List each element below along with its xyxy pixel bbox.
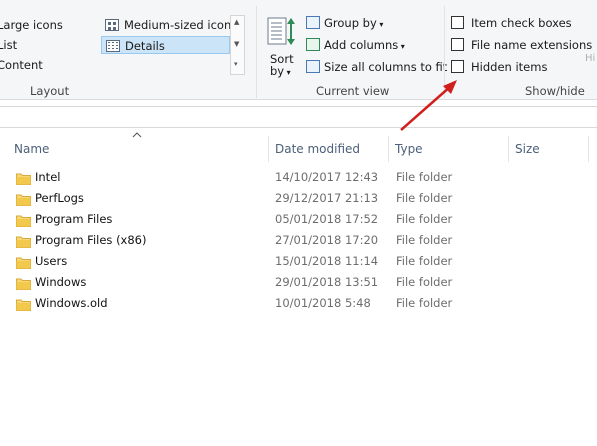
file-type: File folder (396, 254, 453, 268)
file-date-modified: 05/01/2018 17:52 (275, 212, 379, 226)
file-name: Windows (35, 275, 87, 289)
column-type[interactable]: Type (389, 134, 507, 164)
chevron-down-icon: ▾ (398, 42, 405, 51)
file-date-modified: 29/01/2018 13:51 (275, 275, 379, 289)
list-label: List (0, 38, 18, 52)
file-date-modified: 27/01/2018 17:20 (275, 233, 379, 247)
item-check-boxes-label: Item check boxes (471, 16, 572, 30)
layout-gallery-scroll[interactable]: ▲ ▼ ▾ (230, 15, 245, 75)
file-row[interactable]: Windows 29/01/2018 13:51 File folder (0, 272, 597, 293)
file-date-modified: 15/01/2018 11:14 (275, 254, 379, 268)
add-columns-icon (306, 38, 320, 51)
group-by-icon (306, 16, 320, 29)
file-type: File folder (396, 191, 453, 205)
folder-icon (16, 213, 31, 227)
file-type: File folder (396, 275, 453, 289)
file-name: PerfLogs (35, 191, 84, 205)
file-type: File folder (396, 296, 453, 310)
folder-icon (16, 234, 31, 248)
large-icons-label: Large icons (0, 18, 63, 32)
ribbon-divider (256, 6, 257, 98)
hide-selected-items-partial[interactable]: Hi (585, 50, 595, 68)
file-name-extensions-checkbox[interactable] (451, 38, 464, 51)
file-date-modified: 10/01/2018 5:48 (275, 296, 371, 310)
column-headers: Name Date modified Type Size (0, 132, 597, 164)
show-hide-group-label: Show/hide (525, 84, 585, 98)
file-row[interactable]: Users 15/01/2018 11:14 File folder (0, 251, 597, 272)
file-type: File folder (396, 212, 453, 226)
folder-icon (16, 255, 31, 269)
column-size[interactable]: Size (509, 134, 587, 164)
group-by-label: Group by (324, 16, 377, 30)
file-date-modified: 29/12/2017 21:13 (275, 191, 379, 205)
add-columns-label: Add columns (324, 38, 399, 52)
column-divider[interactable] (588, 136, 589, 162)
item-check-boxes-checkbox[interactable] (451, 16, 464, 29)
folder-icon (16, 171, 31, 185)
file-name: Users (35, 254, 68, 268)
file-type: File folder (396, 233, 453, 247)
file-name: Program Files (35, 212, 113, 226)
layout-details[interactable]: Details (101, 36, 230, 54)
file-row[interactable]: PerfLogs 29/12/2017 21:13 File folder (0, 188, 597, 209)
medium-icons-icon (105, 19, 119, 31)
column-date-modified[interactable]: Date modified (269, 134, 387, 164)
sort-by-icon[interactable] (267, 16, 297, 48)
folder-icon (16, 192, 31, 206)
item-check-boxes-toggle[interactable]: Item check boxes (451, 14, 572, 32)
file-name-extensions-toggle[interactable]: File name extensions (451, 36, 592, 54)
medium-icons-label: Medium-sized icons (124, 18, 238, 32)
file-row[interactable]: Windows.old 10/01/2018 5:48 File folder (0, 293, 597, 314)
size-columns-icon (306, 60, 320, 73)
layout-large-icons[interactable]: Large icons (0, 16, 63, 34)
gallery-more-icon[interactable]: ▾ (234, 60, 238, 68)
file-type: File folder (396, 170, 453, 184)
hidden-items-label: Hidden items (471, 60, 548, 74)
group-by-button[interactable]: Group by ▾ (306, 14, 383, 32)
sort-by-label-2: by (270, 64, 285, 78)
file-row[interactable]: Program Files (x86) 27/01/2018 17:20 File … (0, 230, 597, 251)
scroll-up-icon[interactable]: ▲ (234, 18, 239, 26)
layout-list[interactable]: List (0, 36, 17, 54)
file-row[interactable]: Program Files 05/01/2018 17:52 File folder (0, 209, 597, 230)
file-date-modified: 14/10/2017 12:43 (275, 170, 379, 184)
content-label: Content (0, 58, 43, 72)
file-name: Intel (35, 170, 61, 184)
ribbon: Large icons List Content Medium-sized ic… (0, 0, 597, 100)
address-bar[interactable] (0, 106, 597, 128)
file-name: Windows.old (35, 296, 108, 310)
scroll-down-icon[interactable]: ▼ (234, 40, 239, 48)
current-view-group-label: Current view (316, 84, 390, 98)
column-name[interactable]: Name (8, 134, 268, 164)
chevron-down-icon: ▾ (376, 20, 384, 29)
folder-icon (16, 276, 31, 290)
details-label: Details (125, 39, 165, 53)
sort-by-dropdown[interactable]: by ▾ (270, 62, 291, 80)
file-name-extensions-label: File name extensions (471, 38, 593, 52)
annotation-arrow (400, 80, 457, 131)
file-row[interactable]: Intel 14/10/2017 12:43 File folder (0, 167, 597, 188)
hidden-items-toggle[interactable]: Hidden items (451, 58, 547, 76)
folder-icon (16, 297, 31, 311)
add-columns-button[interactable]: Add columns ▾ (306, 36, 405, 54)
layout-medium-icons[interactable]: Medium-sized icons (105, 16, 237, 34)
details-icon (106, 40, 120, 52)
file-name: Program Files (x86) (35, 233, 147, 247)
layout-group-label: Layout (30, 84, 70, 98)
layout-content[interactable]: Content (0, 56, 43, 74)
chevron-down-icon: ▾ (284, 68, 291, 77)
